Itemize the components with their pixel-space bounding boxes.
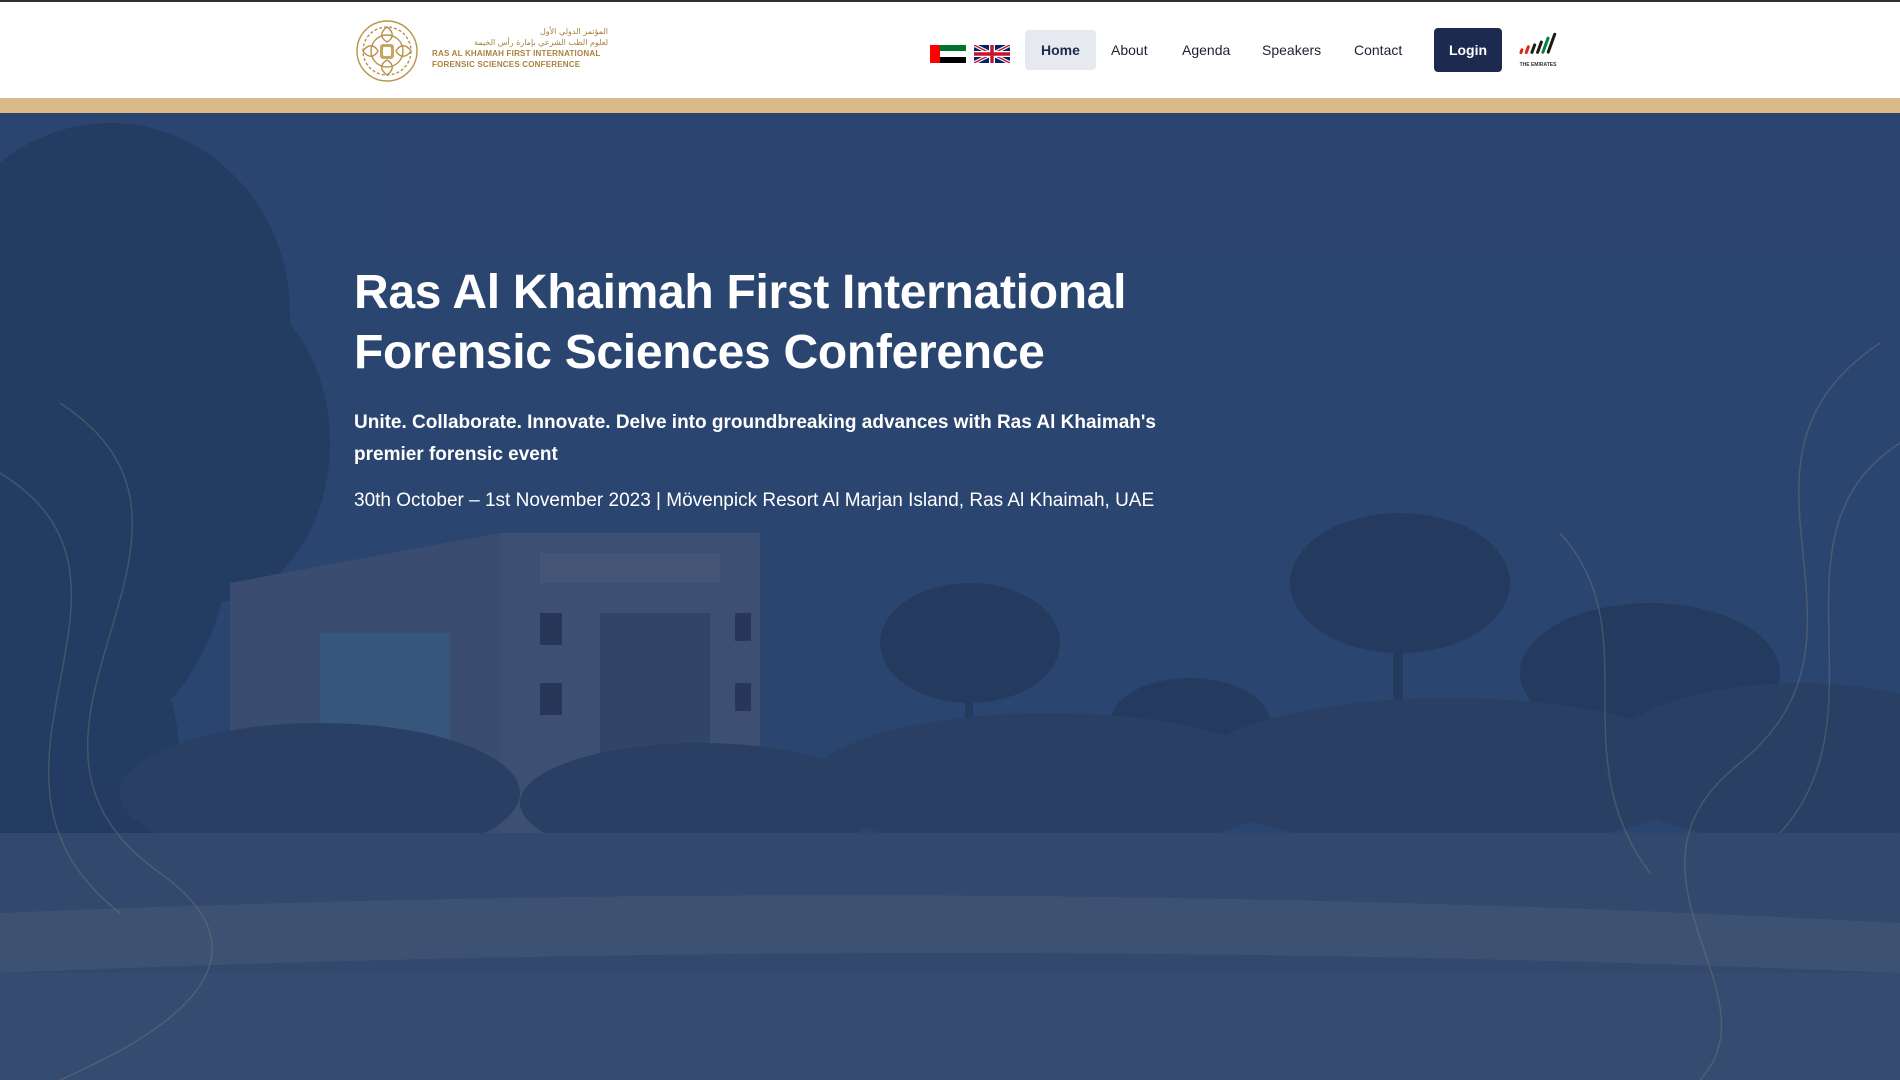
uae-flag-icon[interactable] [930, 45, 966, 63]
brand-english-line-2: FORENSIC SCIENCES CONFERENCE [432, 60, 581, 69]
hero-section: Ras Al Khaimah First International Foren… [0, 113, 1900, 1080]
hero-subtitle: Unite. Collaborate. Innovate. Delve into… [354, 412, 1156, 465]
brand-text-block: المؤتمر الدولي الأول لعلوم الطب الشرعي ب… [432, 26, 608, 70]
emirates-logo-text: THE EMIRATES [1519, 62, 1557, 68]
login-button[interactable]: Login [1434, 28, 1502, 72]
site-header: المؤتمر الدولي الأول لعلوم الطب الشرعي ب… [0, 2, 1900, 98]
uk-flag-icon[interactable] [974, 45, 1010, 63]
brand-english-line-1: RAS AL KHAIMAH FIRST INTERNATIONAL [432, 49, 601, 58]
nav-item-contact[interactable]: Contact [1338, 30, 1418, 70]
brand-arabic-line-2: لعلوم الطب الشرعي بإمارة رأس الخيمة [474, 38, 608, 47]
conference-emblem-icon [356, 20, 418, 82]
brand-arabic-line-1: المؤتمر الدولي الأول [539, 27, 608, 36]
emirates-brand-icon [1519, 32, 1557, 55]
nav-item-about[interactable]: About [1095, 30, 1164, 70]
hero-content: Ras Al Khaimah First International Foren… [354, 263, 1254, 515]
gold-accent-band [0, 98, 1900, 113]
hero-title: Ras Al Khaimah First International Foren… [354, 266, 1127, 379]
hero-date-venue: 30th October – 1st November 2023 | Möven… [354, 490, 1155, 511]
nav-item-home[interactable]: Home [1025, 30, 1096, 70]
conference-logo[interactable]: المؤتمر الدولي الأول لعلوم الطب الشرعي ب… [354, 18, 608, 86]
hero-color-overlay [0, 113, 1900, 1080]
the-emirates-logo[interactable]: THE EMIRATES [1516, 30, 1560, 74]
nav-item-speakers[interactable]: Speakers [1246, 30, 1337, 70]
nav-item-agenda[interactable]: Agenda [1166, 30, 1246, 70]
